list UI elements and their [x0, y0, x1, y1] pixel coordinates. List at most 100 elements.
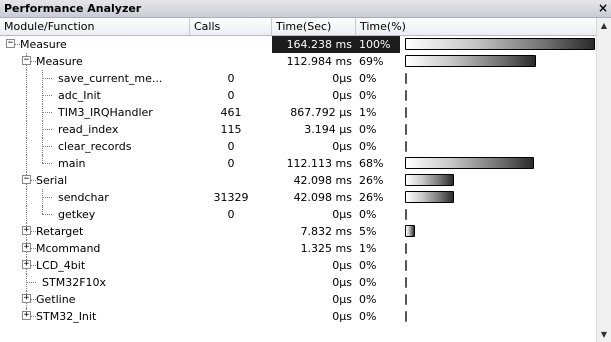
time-sec-value: 0µs [332, 293, 352, 306]
table-row[interactable]: − Measure 164.238 ms 100% [0, 36, 596, 53]
function-name: STM32F10x [42, 276, 107, 289]
time-pct-bar [405, 277, 407, 288]
tree-guide-line [42, 146, 52, 147]
time-sec-value: 1.325 ms [300, 242, 352, 255]
table-row[interactable]: − Serial 42.098 ms 26% [0, 172, 596, 189]
time-pct-value: 0% [359, 72, 377, 85]
function-name-cell: getkey [0, 206, 190, 223]
column-header-module[interactable]: Module/Function [0, 18, 190, 35]
time-sec-value: 867.792 µs [290, 106, 352, 119]
table-row[interactable]: clear_records 0 0µs 0% [0, 138, 596, 155]
calls-value [190, 274, 272, 291]
time-pct-bar-cell [400, 274, 596, 291]
function-name-cell: sendchar [0, 189, 190, 206]
column-header-time-pct[interactable]: Time(%) [356, 18, 596, 35]
function-name-cell: adc_Init [0, 87, 190, 104]
vertical-scrollbar[interactable]: ▲ ▼ [596, 18, 611, 342]
time-pct-value: 26% [359, 174, 384, 187]
function-name: getkey [58, 208, 96, 221]
table-row[interactable]: STM32F10x 0µs 0% [0, 274, 596, 291]
table-row[interactable]: adc_Init 0 0µs 0% [0, 87, 596, 104]
tree-guide-line [26, 282, 36, 283]
tree-guide-line [26, 155, 27, 172]
time-sec-value: 0µs [332, 140, 352, 153]
calls-value: 0 [227, 140, 235, 153]
table-row[interactable]: read_index 115 3.194 µs 0% [0, 121, 596, 138]
collapse-icon[interactable]: − [22, 175, 31, 184]
table-row[interactable]: sendchar 31329 42.098 ms 26% [0, 189, 596, 206]
function-name: main [58, 157, 86, 170]
time-pct-bar-cell [400, 223, 596, 240]
tree-guide-line [42, 78, 52, 79]
scroll-up-icon[interactable]: ▲ [597, 18, 611, 33]
function-name-cell: − Serial [0, 172, 190, 189]
time-sec-value: 112.113 ms [286, 157, 352, 170]
close-icon[interactable]: × [597, 1, 609, 15]
time-sec-value: 0µs [332, 89, 352, 102]
expand-icon[interactable]: + [22, 243, 31, 252]
time-sec-value: 0µs [332, 276, 352, 289]
time-pct-value: 0% [359, 293, 377, 306]
time-pct-bar [405, 55, 536, 67]
function-name: LCD_4bit [36, 259, 86, 272]
time-pct-bar [405, 141, 407, 152]
table-row[interactable]: TIM3_IRQHandler 461 867.792 µs 1% [0, 104, 596, 121]
time-pct-bar-cell [400, 257, 596, 274]
calls-value: 0 [227, 208, 235, 221]
time-pct-bar [405, 124, 407, 135]
scroll-down-icon[interactable]: ▼ [597, 327, 611, 342]
time-pct-bar-cell [400, 70, 596, 87]
function-tree-table: − Measure 164.238 ms 100% − Measure 112.984 ms… [0, 36, 596, 342]
time-pct-bar [405, 38, 595, 50]
function-name-cell: + Getline [0, 291, 190, 308]
tree-guide-line [42, 197, 52, 198]
time-pct-bar-cell [400, 121, 596, 138]
time-sec-value: 0µs [332, 310, 352, 323]
tree-guide-line [42, 95, 52, 96]
time-pct-value: 0% [359, 259, 377, 272]
table-row[interactable]: + Mcommand 1.325 ms 1% [0, 240, 596, 257]
time-pct-bar [405, 260, 407, 271]
calls-value [190, 291, 272, 308]
table-row[interactable]: save_current_me... 0 0µs 0% [0, 70, 596, 87]
expand-icon[interactable]: + [22, 226, 31, 235]
table-row[interactable]: getkey 0 0µs 0% [0, 206, 596, 223]
time-sec-value: 7.832 ms [300, 225, 352, 238]
table-row[interactable]: + STM32_Init 0µs 0% [0, 308, 596, 325]
expand-icon[interactable]: + [22, 311, 31, 320]
function-name: Getline [36, 293, 76, 306]
function-name: Mcommand [36, 242, 101, 255]
time-sec-value: 112.984 ms [286, 55, 352, 68]
function-name-cell: STM32F10x [0, 274, 190, 291]
column-header-calls[interactable]: Calls [190, 18, 272, 35]
table-row[interactable]: + LCD_4bit 0µs 0% [0, 257, 596, 274]
table-row[interactable]: + Getline 0µs 0% [0, 291, 596, 308]
time-pct-value: 1% [359, 242, 377, 255]
expand-icon[interactable]: + [22, 260, 31, 269]
tree-guide-line [42, 155, 43, 163]
tree-guide-line [26, 87, 27, 104]
collapse-icon[interactable]: − [22, 56, 31, 65]
column-header-time-sec[interactable]: Time(Sec) [272, 18, 356, 35]
tree-guide-line [42, 163, 52, 164]
calls-value: 31329 [213, 191, 249, 204]
time-pct-bar [405, 157, 534, 169]
time-pct-bar-cell [400, 240, 596, 257]
time-pct-value: 0% [359, 208, 377, 221]
expand-icon[interactable]: + [22, 294, 31, 303]
table-row[interactable]: main 0 112.113 ms 68% [0, 155, 596, 172]
tree-guide-line [42, 112, 52, 113]
time-pct-bar [405, 209, 407, 220]
time-pct-value: 100% [356, 36, 400, 53]
tree-guide-line [26, 206, 27, 223]
table-row[interactable]: − Measure 112.984 ms 69% [0, 53, 596, 70]
calls-value: 115 [220, 123, 242, 136]
time-pct-value: 0% [359, 123, 377, 136]
function-name: Measure [36, 55, 83, 68]
calls-value [190, 308, 272, 325]
time-sec-value: 3.194 µs [304, 123, 352, 136]
collapse-icon[interactable]: − [6, 39, 15, 48]
time-pct-value: 5% [359, 225, 377, 238]
time-pct-value: 26% [359, 191, 384, 204]
table-row[interactable]: + Retarget 7.832 ms 5% [0, 223, 596, 240]
